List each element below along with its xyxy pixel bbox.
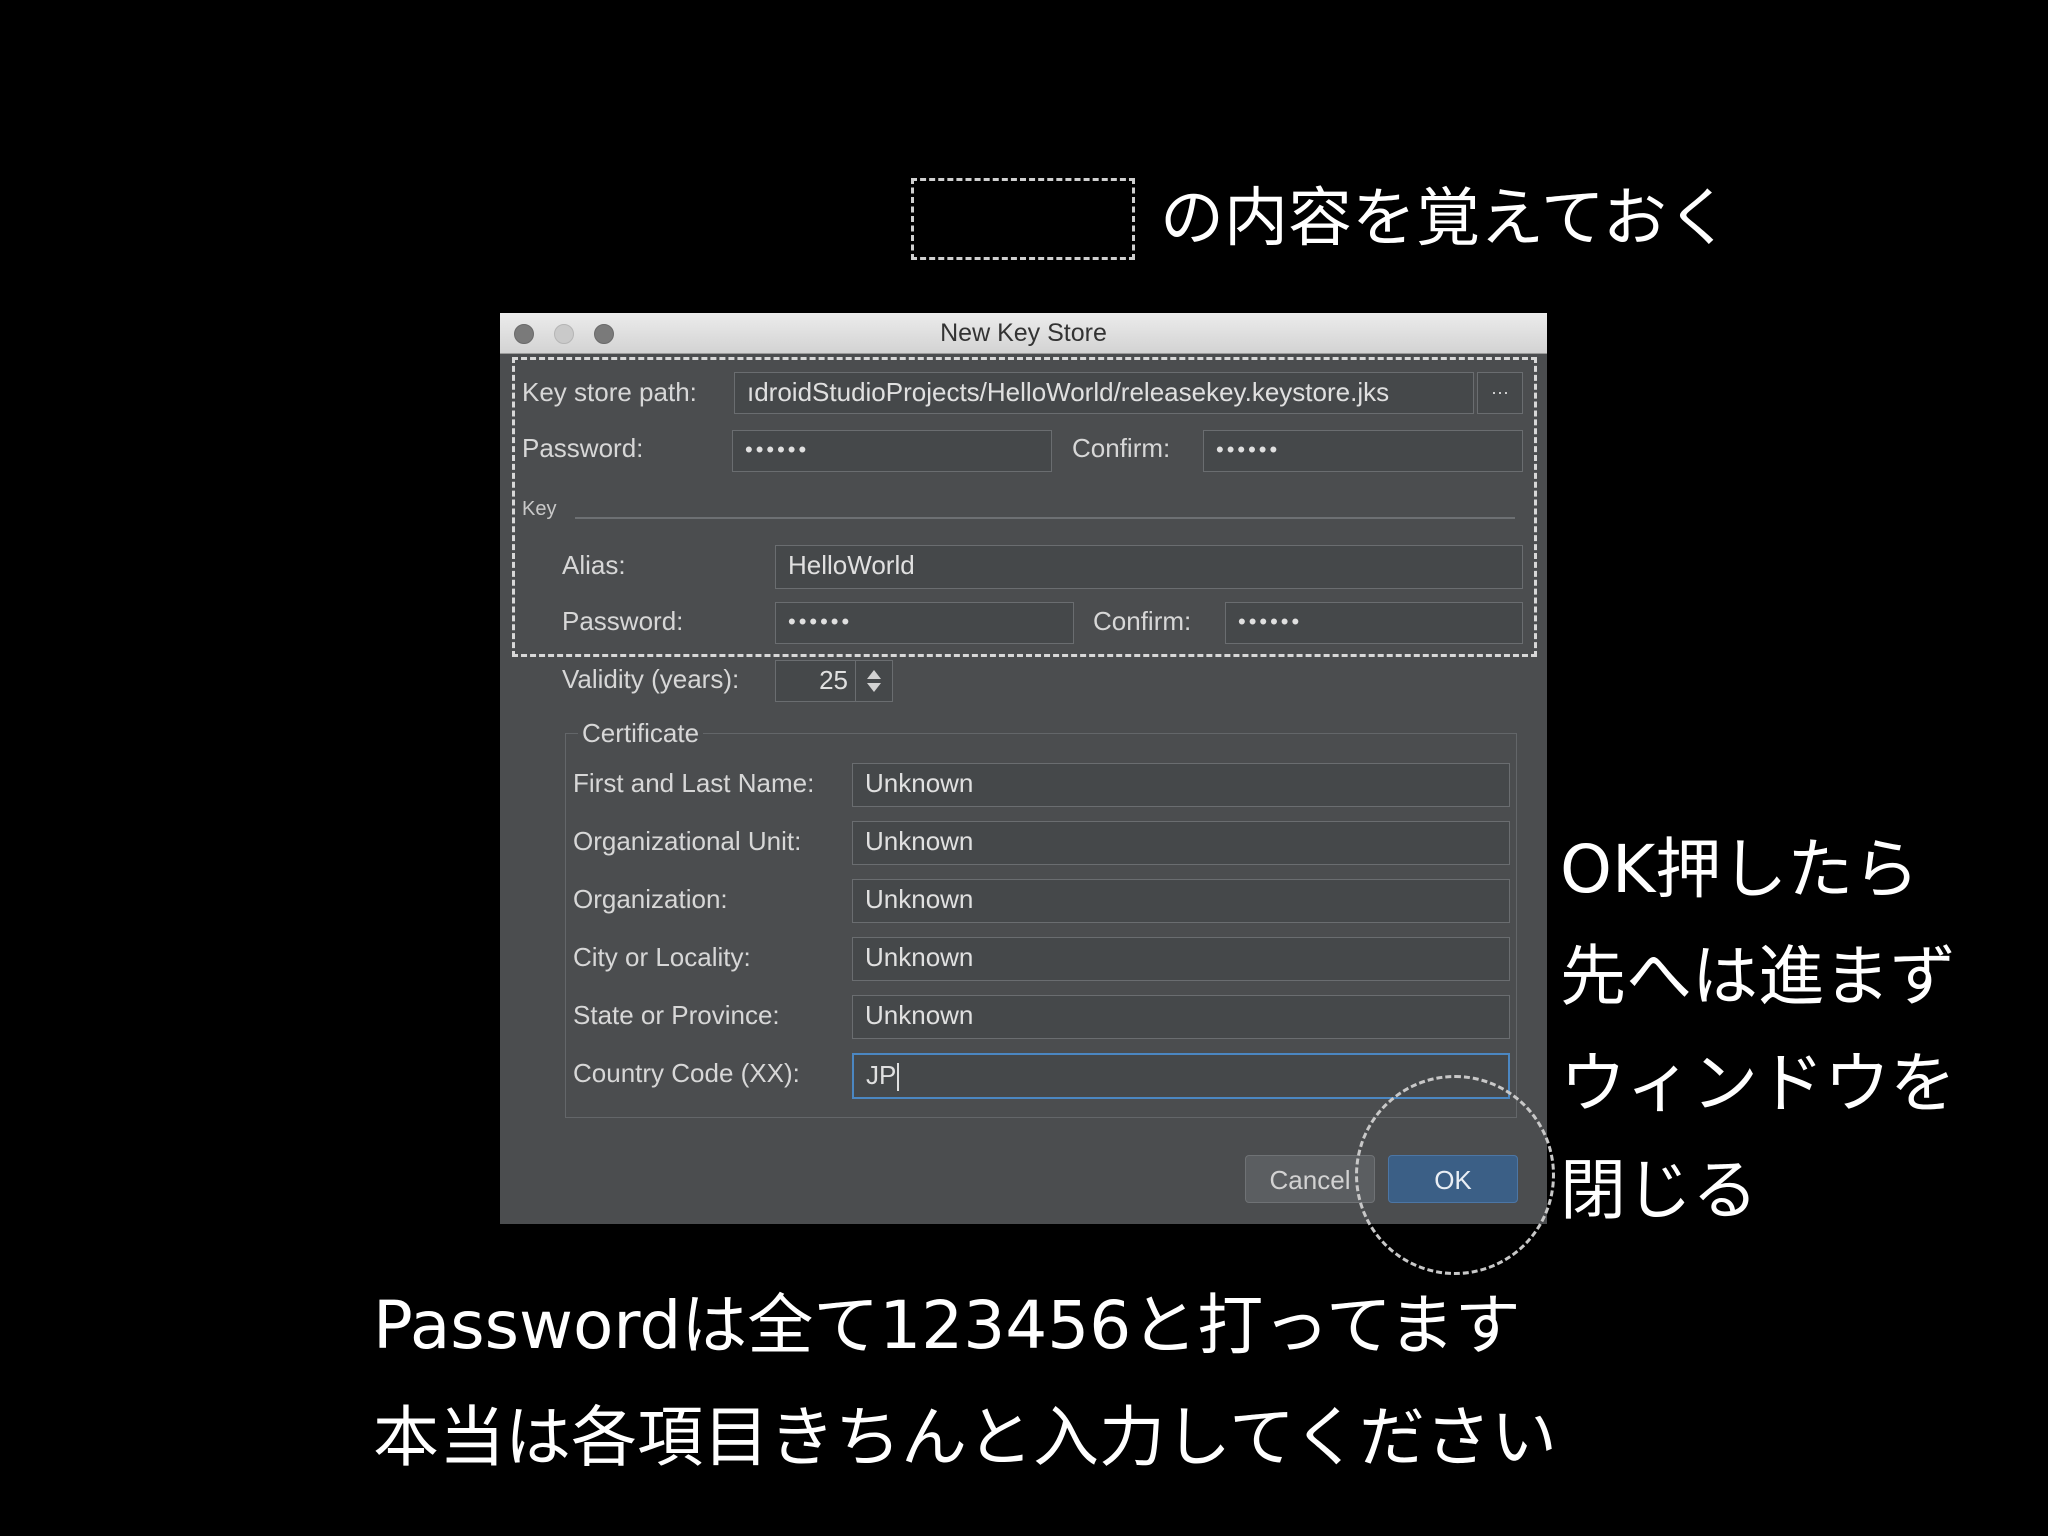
ok-button-highlight-circle: [1355, 1075, 1555, 1275]
city-locality-field[interactable]: Unknown: [852, 937, 1510, 981]
title-bar: New Key Store: [500, 313, 1547, 354]
dialog-title: New Key Store: [940, 319, 1107, 347]
top-caption: の内容を覚えておく: [1160, 182, 1731, 256]
bottom-caption: Passwordは全て123456と打ってます 本当は各項目きちんと入力してくだ…: [373, 1270, 1557, 1494]
organization-field[interactable]: Unknown: [852, 879, 1510, 923]
text-cursor: [897, 1063, 900, 1092]
right-caption-line-1: OK押したら: [1560, 831, 1920, 908]
country-code-value: JP: [866, 1060, 897, 1090]
validity-label: Validity (years):: [562, 664, 740, 694]
organizational-unit-label: Organizational Unit:: [573, 826, 802, 856]
first-last-name-label: First and Last Name:: [573, 768, 815, 798]
organizational-unit-field[interactable]: Unknown: [852, 821, 1510, 865]
certificate-group-label: Certificate: [578, 718, 704, 749]
validity-stepper[interactable]: [855, 661, 892, 701]
right-caption: OK押したら 先へは進まず ウィンドウを 閉じる: [1560, 816, 1956, 1244]
right-caption-line-2: 先へは進まず: [1560, 938, 1956, 1015]
state-province-field[interactable]: Unknown: [852, 995, 1510, 1039]
state-province-label: State or Province:: [573, 1000, 780, 1030]
bottom-caption-line-2: 本当は各項目きちんと入力してください: [373, 1399, 1558, 1476]
right-caption-line-4: 閉じる: [1560, 1152, 1758, 1229]
first-last-name-field[interactable]: Unknown: [852, 763, 1510, 807]
organization-label: Organization:: [573, 884, 728, 914]
stepper-arrows-icon: [867, 670, 881, 692]
remember-fields-highlight: [512, 357, 1537, 657]
legend-dashed-box: [911, 178, 1135, 260]
country-code-label: Country Code (XX):: [573, 1058, 800, 1088]
right-caption-line-3: ウィンドウを: [1560, 1045, 1956, 1122]
city-locality-label: City or Locality:: [573, 942, 751, 972]
bottom-caption-line-1: Passwordは全て123456と打ってます: [373, 1287, 1521, 1364]
